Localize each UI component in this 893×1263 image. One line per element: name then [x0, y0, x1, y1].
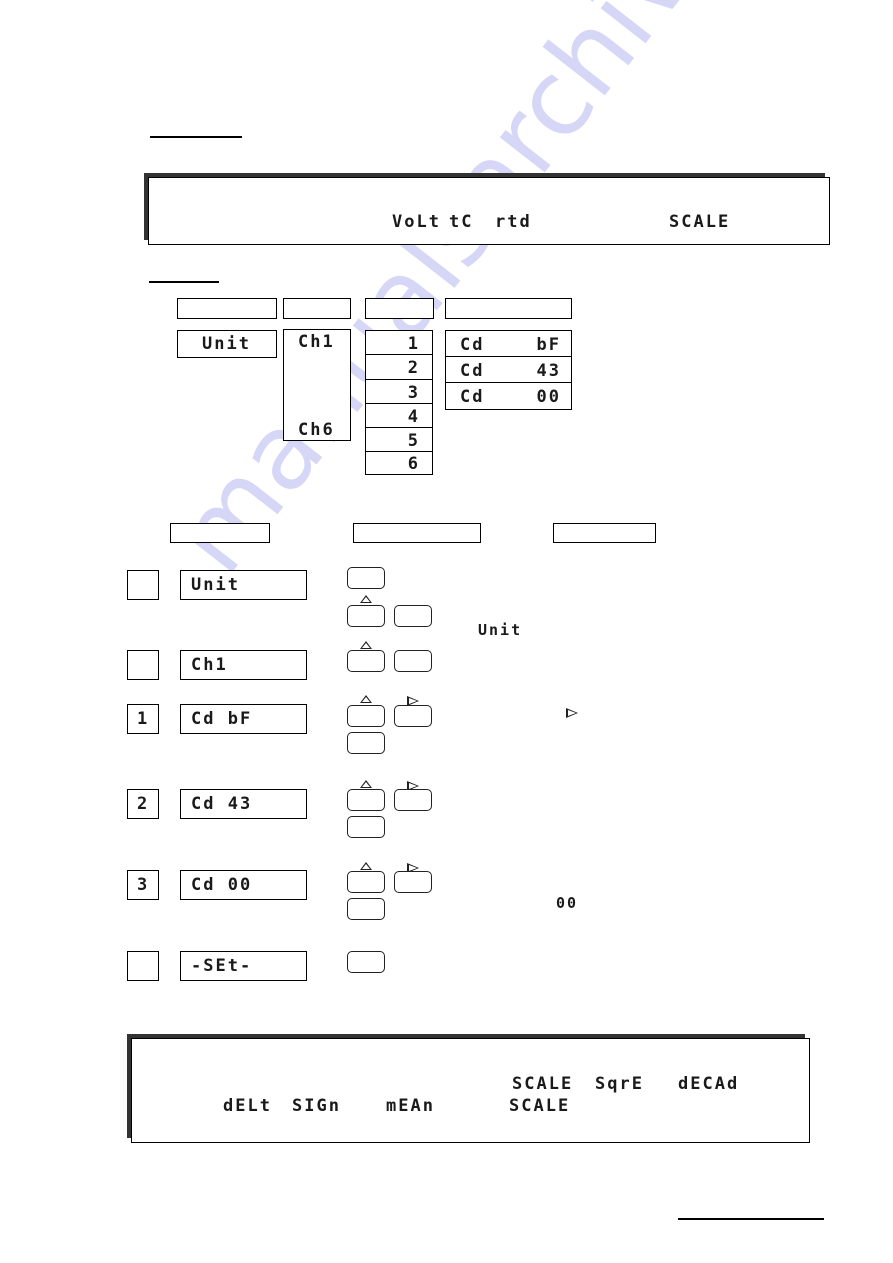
segment-ch6: Ch6	[298, 420, 335, 440]
step-number-box: 3	[127, 870, 159, 900]
structure-header-channel	[283, 298, 351, 319]
segment-word-scale: SCALE	[509, 1096, 571, 1116]
segment-word-mean: mEAn	[386, 1096, 435, 1116]
structure-header-unit	[177, 298, 277, 319]
enter-key[interactable]	[394, 650, 432, 672]
segment-unit: Unit	[202, 334, 251, 354]
step-display: Cd 43	[180, 789, 307, 819]
footer-rule	[678, 1218, 824, 1220]
up-arrow-icon	[360, 595, 372, 603]
right-triangle-icon	[566, 708, 578, 718]
position-cell: 2	[365, 354, 433, 380]
segment-word-scale: SCALE	[512, 1074, 574, 1094]
structure-header-code	[445, 298, 572, 319]
segment-word-decad: dECAd	[678, 1074, 740, 1094]
step-display: Ch1	[180, 650, 307, 680]
step-number-box	[127, 951, 159, 981]
mode-key[interactable]	[347, 567, 385, 589]
code-cell: Cd bF	[445, 330, 572, 358]
position-cell: 3	[365, 379, 433, 405]
procedure-header-operation	[353, 523, 481, 543]
enter-key[interactable]	[347, 732, 385, 754]
up-arrow-icon	[360, 862, 372, 870]
up-key[interactable]	[347, 789, 385, 811]
up-key[interactable]	[347, 705, 385, 727]
up-key[interactable]	[347, 650, 385, 672]
code-cell: Cd 00	[445, 382, 572, 410]
segment-word-delt: dELt	[223, 1096, 272, 1116]
segment-word-scale: SCALE	[669, 212, 731, 232]
section-heading-underline	[149, 281, 219, 283]
segment-word-rtd: rtd	[495, 212, 532, 232]
step-number-box: 1	[127, 704, 159, 734]
segment-word-tc: tC	[449, 212, 474, 232]
up-key[interactable]	[347, 605, 385, 627]
position-cell: 1	[365, 330, 433, 356]
structure-unit-display: Unit	[177, 330, 277, 358]
procedure-header-description	[553, 523, 656, 543]
step-display: Unit	[180, 570, 307, 600]
shift-key[interactable]	[394, 705, 432, 727]
note-box-input-types: VoLt tC rtd SCALE	[144, 173, 830, 245]
position-cell: 4	[365, 403, 433, 429]
step-display: -SEt-	[180, 951, 307, 981]
structure-header-position	[365, 298, 434, 319]
enter-key[interactable]	[347, 816, 385, 838]
shift-key[interactable]	[394, 789, 432, 811]
up-arrow-icon	[360, 641, 372, 649]
segment-word-sqrt: SqrE	[595, 1074, 644, 1094]
step-number-box	[127, 650, 159, 680]
position-cell: 5	[365, 427, 433, 453]
step-display: Cd bF	[180, 704, 307, 734]
up-arrow-icon	[360, 780, 372, 788]
shift-key[interactable]	[394, 871, 432, 893]
inline-segment-00: 00	[556, 894, 579, 912]
note-box-functions: SCALE SqrE dECAd dELt SIGn mEAn SCALE	[127, 1034, 810, 1143]
position-cell: 6	[365, 451, 433, 475]
inline-segment-unit: Unit	[478, 621, 523, 639]
procedure-header-step	[170, 523, 270, 543]
enter-key[interactable]	[394, 605, 432, 627]
segment-word-volt: VoLt	[392, 212, 441, 232]
step-display: Cd 00	[180, 870, 307, 900]
up-arrow-icon	[360, 695, 372, 703]
code-cell: Cd 43	[445, 356, 572, 384]
structure-channel-list: Ch1 Ch6	[283, 329, 351, 441]
step-number-box: 2	[127, 789, 159, 819]
enter-key[interactable]	[347, 951, 385, 973]
segment-ch1: Ch1	[298, 332, 335, 352]
step-number-box	[127, 570, 159, 600]
segment-word-sign: SIGn	[292, 1096, 341, 1116]
up-key[interactable]	[347, 871, 385, 893]
enter-key[interactable]	[347, 898, 385, 920]
section-heading-underline	[150, 136, 242, 138]
